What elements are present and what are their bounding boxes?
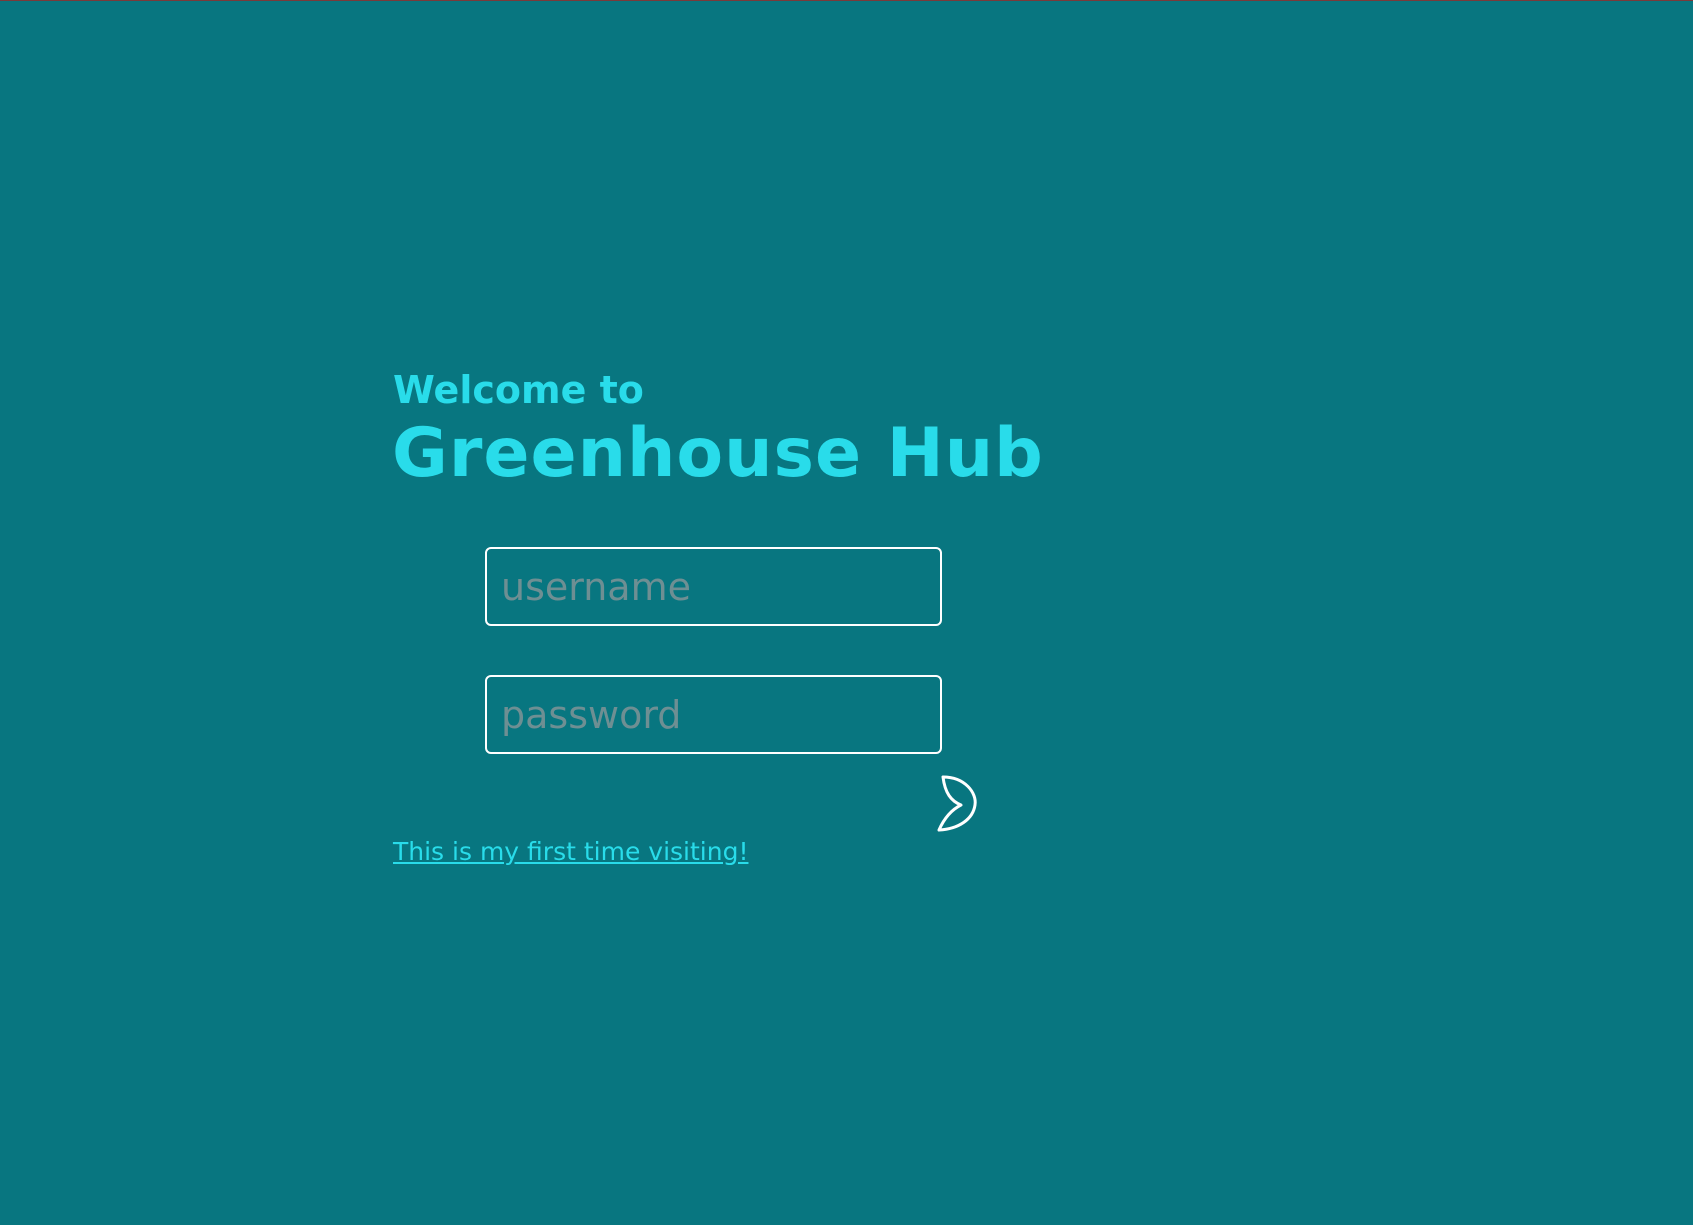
welcome-text: Welcome to xyxy=(393,368,644,412)
login-submit-button[interactable] xyxy=(935,775,983,833)
app-title: Greenhouse Hub xyxy=(392,414,1044,493)
first-visit-link[interactable]: This is my first time visiting! xyxy=(393,835,748,869)
top-edge-divider xyxy=(0,0,1693,1)
username-input[interactable] xyxy=(485,547,942,626)
leaf-icon xyxy=(935,775,983,833)
password-input[interactable] xyxy=(485,675,942,754)
